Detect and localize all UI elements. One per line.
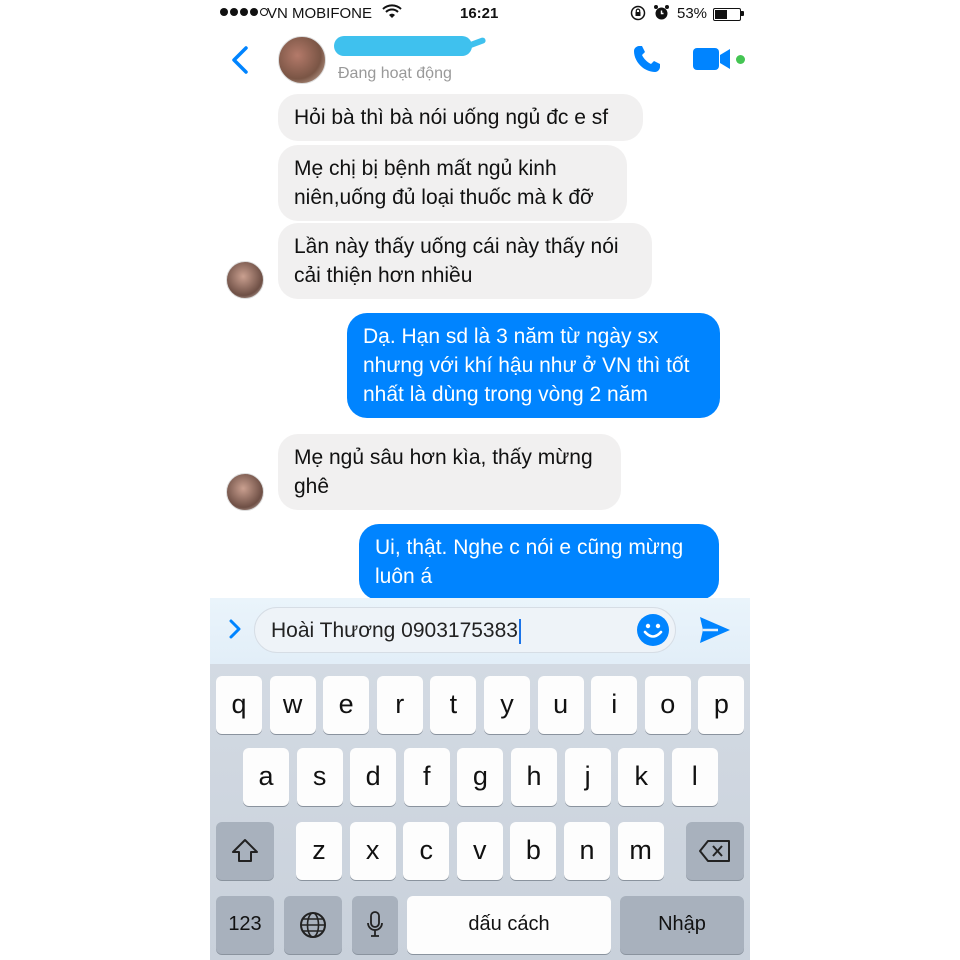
video-camera-icon xyxy=(693,48,730,70)
emoji-button[interactable] xyxy=(636,613,670,652)
key-v[interactable]: v xyxy=(456,822,503,880)
microphone-icon xyxy=(367,911,383,937)
signal-dot xyxy=(230,8,238,16)
message-text-line: luôn á xyxy=(375,565,433,588)
key-r[interactable]: r xyxy=(376,676,423,734)
sender-avatar[interactable] xyxy=(226,261,264,299)
message-text-line: cải thiện hơn nhiều xyxy=(294,264,473,287)
smiley-icon xyxy=(637,614,669,646)
rotation-lock-icon xyxy=(630,5,646,25)
chevron-left-icon xyxy=(232,46,248,74)
key-e[interactable]: e xyxy=(323,676,370,734)
clock: 16:21 xyxy=(460,5,499,22)
numbers-key[interactable]: 123 xyxy=(216,896,274,954)
voice-call-button[interactable] xyxy=(630,42,664,81)
send-button[interactable] xyxy=(698,615,732,650)
message-text-line: Hỏi bà thì bà nói uống ngủ đc e sf xyxy=(294,106,609,129)
chevron-right-icon xyxy=(229,619,241,639)
message-composer: Hoài Thương 0903175383 xyxy=(210,598,750,664)
message-text-line: Mẹ ngủ sâu hơn kìa, thấy mừng xyxy=(294,446,593,469)
dictation-key[interactable] xyxy=(352,896,398,954)
text-caret xyxy=(518,618,521,644)
key-w[interactable]: w xyxy=(269,676,316,734)
contact-avatar[interactable] xyxy=(278,36,326,84)
received-message-bubble[interactable]: Lần này thấy uống cái này thấy nói cải th… xyxy=(278,223,652,299)
shift-arrow-icon xyxy=(232,839,258,862)
signal-strength-icon xyxy=(220,8,268,16)
video-call-button[interactable] xyxy=(692,46,732,77)
wifi-icon xyxy=(382,4,402,24)
key-l[interactable]: l xyxy=(671,748,718,806)
key-c[interactable]: c xyxy=(403,822,450,880)
message-text-line: nhất là dùng trong vòng 2 năm xyxy=(363,383,648,406)
send-icon xyxy=(700,617,730,643)
key-g[interactable]: g xyxy=(457,748,504,806)
onscreen-keyboard: q w e r t y u i o p a s d f g h j k l z x c v b n m 123 dấu cách Nhậ… xyxy=(210,664,750,960)
key-k[interactable]: k xyxy=(618,748,665,806)
phone-icon xyxy=(634,46,660,72)
messenger-screen: VN MOBIFONE 16:21 53% Đang hoạt động Hỏi… xyxy=(210,0,750,960)
status-bar: VN MOBIFONE 16:21 53% xyxy=(210,0,750,28)
message-text-line: Ui, thật. Nghe c nói e cũng mừng xyxy=(375,536,684,559)
key-m[interactable]: m xyxy=(617,822,664,880)
sender-avatar[interactable] xyxy=(226,473,264,511)
key-h[interactable]: h xyxy=(511,748,557,806)
key-q[interactable]: q xyxy=(216,676,262,734)
signal-dot xyxy=(220,8,228,16)
backspace-key[interactable] xyxy=(686,822,744,880)
battery-tip xyxy=(741,11,744,16)
sent-message-bubble[interactable]: Ui, thật. Nghe c nói e cũng mừng luôn á xyxy=(359,524,719,600)
key-s[interactable]: s xyxy=(296,748,343,806)
key-n[interactable]: n xyxy=(564,822,610,880)
sent-message-bubble[interactable]: Dạ. Hạn sd là 3 năm từ ngày sx nhưng với … xyxy=(347,313,720,418)
key-y[interactable]: y xyxy=(484,676,530,734)
message-text-line: nhưng với khí hậu như ở VN thì tốt xyxy=(363,354,690,377)
space-key[interactable]: dấu cách xyxy=(407,896,611,954)
back-button[interactable] xyxy=(228,40,258,80)
message-text-line: ghê xyxy=(294,475,330,498)
battery-percent: 53% xyxy=(677,5,708,22)
key-p[interactable]: p xyxy=(698,676,745,734)
message-input-value: Hoài Thương 0903175383 xyxy=(271,619,518,642)
key-f[interactable]: f xyxy=(403,748,450,806)
backspace-icon xyxy=(699,840,730,862)
alarm-icon xyxy=(653,4,670,25)
received-message-bubble[interactable]: Hỏi bà thì bà nói uống ngủ đc e sf xyxy=(278,94,643,141)
key-x[interactable]: x xyxy=(349,822,396,880)
received-message-bubble[interactable]: Mẹ ngủ sâu hơn kìa, thấy mừng ghê xyxy=(278,434,621,510)
contact-name-redacted xyxy=(334,36,472,56)
key-b[interactable]: b xyxy=(510,822,557,880)
online-indicator xyxy=(736,55,745,64)
key-i[interactable]: i xyxy=(591,676,638,734)
signal-dot xyxy=(240,8,248,16)
language-switch-key[interactable] xyxy=(284,896,342,954)
battery-icon xyxy=(713,8,741,21)
key-t[interactable]: t xyxy=(430,676,477,734)
key-d[interactable]: d xyxy=(350,748,397,806)
message-text-line: Dạ. Hạn sd là 3 năm từ ngày sx xyxy=(363,325,659,348)
key-z[interactable]: z xyxy=(296,822,342,880)
message-text-line: niên,uống đủ loại thuốc mà k đỡ xyxy=(294,186,594,209)
return-key[interactable]: Nhập xyxy=(620,896,744,954)
shift-key[interactable] xyxy=(216,822,274,880)
carrier-name: VN MOBIFONE xyxy=(267,5,373,22)
message-text-line: Lần này thấy uống cái này thấy nói xyxy=(294,235,619,258)
key-u[interactable]: u xyxy=(537,676,584,734)
key-a[interactable]: a xyxy=(243,748,289,806)
expand-actions-button[interactable] xyxy=(228,618,242,645)
received-message-bubble[interactable]: Mẹ chị bị bệnh mất ngủ kinh niên,uống đủ … xyxy=(278,145,627,221)
message-input[interactable]: Hoài Thương 0903175383 xyxy=(254,607,676,653)
signal-dot xyxy=(250,8,258,16)
key-o[interactable]: o xyxy=(644,676,691,734)
key-j[interactable]: j xyxy=(564,748,611,806)
active-status-text: Đang hoạt động xyxy=(338,65,452,82)
conversation-header: Đang hoạt động xyxy=(210,28,750,92)
globe-icon xyxy=(300,912,326,938)
message-text-line: Mẹ chị bị bệnh mất ngủ kinh xyxy=(294,157,557,180)
battery-level-fill xyxy=(715,10,727,19)
